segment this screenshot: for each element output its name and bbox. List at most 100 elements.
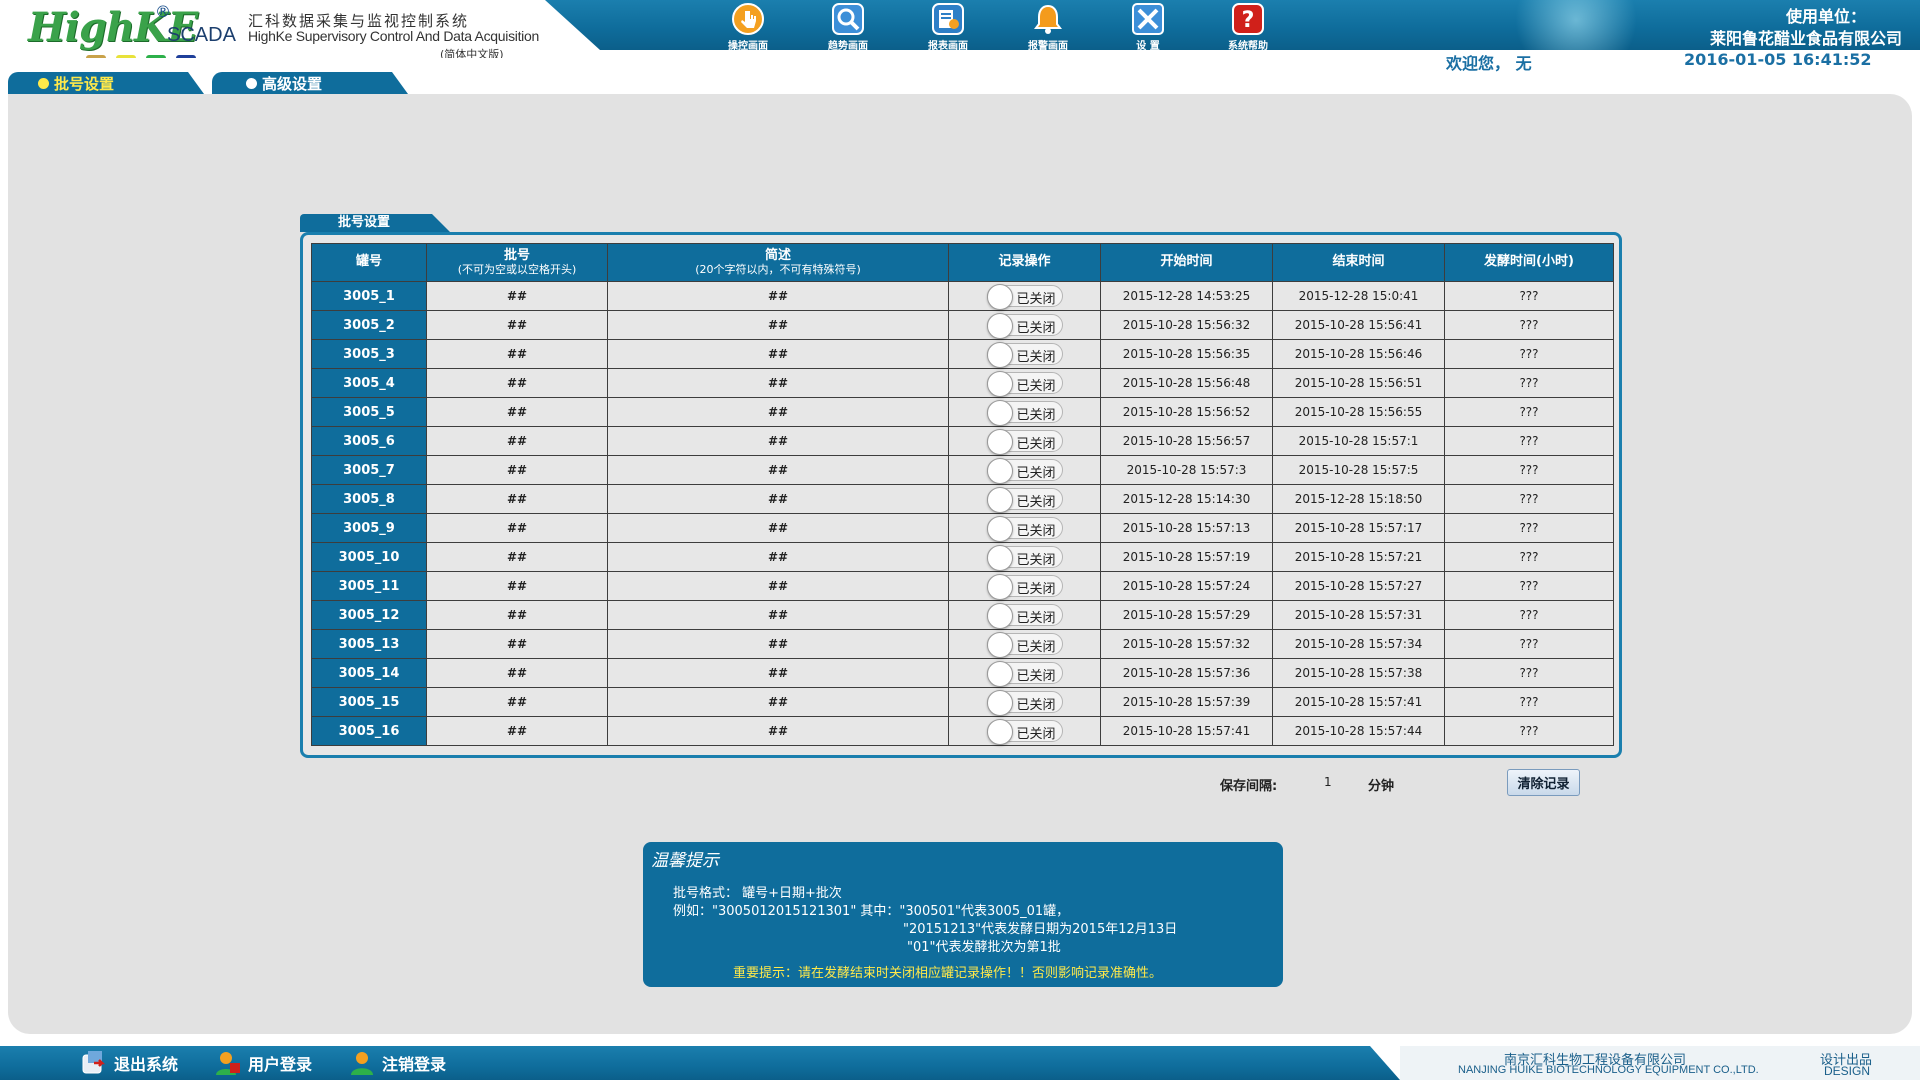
tank-cell: 3005_1	[311, 281, 427, 311]
record-toggle[interactable]: 已关闭	[986, 284, 1063, 310]
tab-dot-icon	[246, 78, 257, 89]
toolbar-help-button[interactable]: ? 系统帮助	[1198, 0, 1298, 52]
record-toggle[interactable]: 已关闭	[986, 400, 1063, 426]
record-toggle[interactable]: 已关闭	[986, 574, 1063, 600]
record-toggle[interactable]: 已关闭	[986, 458, 1063, 484]
record-cell: 已关闭	[948, 339, 1101, 369]
toolbar-control-button[interactable]: 操控画面	[698, 0, 798, 52]
description-input[interactable]: ##	[607, 658, 949, 688]
record-toggle[interactable]: 已关闭	[986, 545, 1063, 571]
description-input[interactable]: ##	[607, 513, 949, 543]
record-status: 已关闭	[1016, 640, 1056, 655]
description-input[interactable]: ##	[607, 339, 949, 369]
record-toggle[interactable]: 已关闭	[986, 603, 1063, 629]
record-toggle[interactable]: 已关闭	[986, 487, 1063, 513]
tank-cell: 3005_5	[311, 397, 427, 427]
header: HighKE ® SCADA 汇科数据采集与监视控制系统 HighKe Supe…	[0, 0, 1920, 58]
description-input[interactable]: ##	[607, 426, 949, 456]
description-input[interactable]: ##	[607, 716, 949, 746]
column-header-description: 简述 (20个字符以内，不可有特殊符号)	[607, 243, 949, 282]
batch-input[interactable]: ##	[426, 658, 608, 688]
table-row: 3005_13 ## ## 已关闭 2015-10-28 15:57:32 2015-10…	[311, 629, 1614, 659]
description-input[interactable]: ##	[607, 571, 949, 601]
record-toggle[interactable]: 已关闭	[986, 661, 1063, 687]
end-time-cell: 2015-12-28 15:18:50	[1272, 484, 1445, 514]
record-toggle[interactable]: 已关闭	[986, 632, 1063, 658]
tank-cell: 3005_8	[311, 484, 427, 514]
bell-icon	[1030, 1, 1066, 37]
record-cell: 已关闭	[948, 716, 1101, 746]
report-icon	[930, 1, 966, 37]
toolbar-settings-button[interactable]: 设 置	[1098, 0, 1198, 52]
description-input[interactable]: ##	[607, 310, 949, 340]
batch-input[interactable]: ##	[426, 600, 608, 630]
tank-cell: 3005_4	[311, 368, 427, 398]
footer-button-label: 用户登录	[248, 1055, 313, 1074]
batch-input[interactable]: ##	[426, 716, 608, 746]
batch-input[interactable]: ##	[426, 368, 608, 398]
description-input[interactable]: ##	[607, 542, 949, 572]
start-time-cell: 2015-12-28 14:53:25	[1100, 281, 1273, 311]
batch-input[interactable]: ##	[426, 571, 608, 601]
description-input[interactable]: ##	[607, 629, 949, 659]
batch-input[interactable]: ##	[426, 687, 608, 717]
toolbar-trend-button[interactable]: 趋势画面	[798, 0, 898, 52]
toolbar-alarm-button[interactable]: 报警画面	[998, 0, 1098, 52]
record-status: 已关闭	[1016, 321, 1056, 336]
tab-bar: 批号设置 高级设置	[8, 72, 408, 94]
company-name-en: NANJING HUIKE BIOTECHNOLOGY EQUIPMENT CO…	[1458, 1064, 1759, 1076]
clear-records-button[interactable]: 清除记录	[1507, 769, 1580, 796]
user-logout-button[interactable]: 注销登录	[348, 1046, 446, 1080]
batch-input[interactable]: ##	[426, 339, 608, 369]
batch-input[interactable]: ##	[426, 542, 608, 572]
app-version: (简体中文版)	[440, 48, 504, 61]
table-row: 3005_16 ## ## 已关闭 2015-10-28 15:57:41 2015-10…	[311, 716, 1614, 746]
record-toggle[interactable]: 已关闭	[986, 313, 1063, 339]
batch-table: 罐号 批号 (不可为空或以空格开头) 简述 (20个字符以内，不可有特殊符号) 记录…	[311, 243, 1614, 746]
record-toggle[interactable]: 已关闭	[986, 429, 1063, 455]
tank-cell: 3005_13	[311, 629, 427, 659]
duration-cell: ???	[1444, 716, 1614, 746]
tab-active-dot-icon	[38, 78, 49, 89]
record-toggle[interactable]: 已关闭	[986, 516, 1063, 542]
description-input[interactable]: ##	[607, 600, 949, 630]
tab-batch-settings[interactable]: 批号设置	[8, 72, 204, 94]
description-input[interactable]: ##	[607, 281, 949, 311]
record-cell: 已关闭	[948, 368, 1101, 398]
description-input[interactable]: ##	[607, 687, 949, 717]
table-row: 3005_8 ## ## 已关闭 2015-12-28 15:14:30 2015-12-…	[311, 484, 1614, 514]
record-status: 已关闭	[1016, 553, 1056, 568]
user-login-button[interactable]: 用户登录	[214, 1046, 312, 1080]
exit-system-button[interactable]: 退出系统	[80, 1046, 178, 1080]
end-time-cell: 2015-10-28 15:56:41	[1272, 310, 1445, 340]
batch-input[interactable]: ##	[426, 426, 608, 456]
batch-input[interactable]: ##	[426, 397, 608, 427]
description-input[interactable]: ##	[607, 455, 949, 485]
record-cell: 已关闭	[948, 397, 1101, 427]
tab-advanced-settings[interactable]: 高级设置	[212, 72, 408, 94]
batch-input[interactable]: ##	[426, 281, 608, 311]
start-time-cell: 2015-10-28 15:57:19	[1100, 542, 1273, 572]
record-toggle[interactable]: 已关闭	[986, 342, 1063, 368]
end-time-cell: 2015-10-28 15:57:34	[1272, 629, 1445, 659]
batch-input[interactable]: ##	[426, 484, 608, 514]
table-row: 3005_15 ## ## 已关闭 2015-10-28 15:57:39 2015-10…	[311, 687, 1614, 717]
save-interval-value[interactable]: 1	[1324, 775, 1332, 789]
description-input[interactable]: ##	[607, 368, 949, 398]
duration-cell: ???	[1444, 426, 1614, 456]
toolbar-label: 报警画面	[1028, 41, 1068, 52]
description-input[interactable]: ##	[607, 484, 949, 514]
batch-input[interactable]: ##	[426, 455, 608, 485]
batch-input[interactable]: ##	[426, 513, 608, 543]
start-time-cell: 2015-10-28 15:57:29	[1100, 600, 1273, 630]
description-input[interactable]: ##	[607, 397, 949, 427]
record-toggle[interactable]: 已关闭	[986, 719, 1063, 745]
batch-input[interactable]: ##	[426, 629, 608, 659]
record-toggle[interactable]: 已关闭	[986, 690, 1063, 716]
record-toggle[interactable]: 已关闭	[986, 371, 1063, 397]
record-status: 已关闭	[1016, 350, 1056, 365]
toolbar-report-button[interactable]: 报表画面	[898, 0, 998, 52]
batch-input[interactable]: ##	[426, 310, 608, 340]
user-login-icon	[214, 1049, 242, 1077]
tip-line: 例如："3005012015121301" 其中："300501"代表3005_…	[673, 904, 1070, 919]
